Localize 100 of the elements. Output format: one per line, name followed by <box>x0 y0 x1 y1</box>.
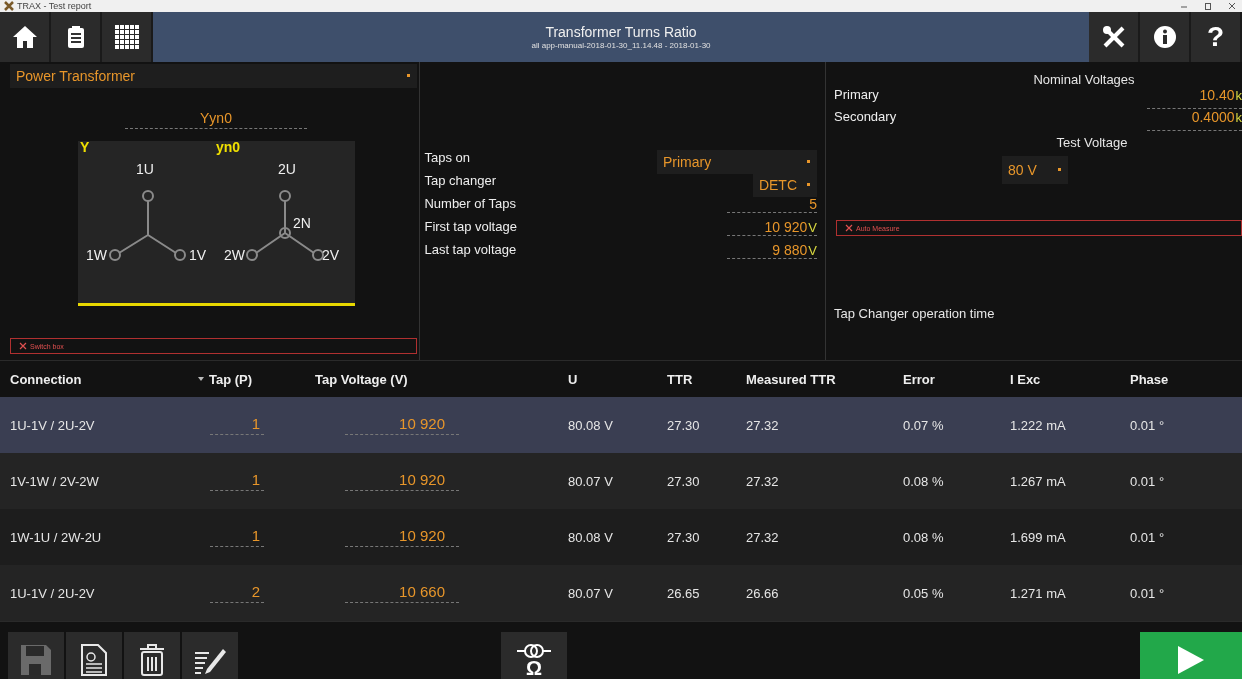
column-header[interactable]: Phase <box>1130 371 1169 387</box>
delete-button[interactable] <box>124 632 180 679</box>
table-cell: 27.30 <box>667 473 700 489</box>
help-button[interactable]: ? <box>1191 12 1242 62</box>
section-title: Test Voltage <box>1055 135 1129 150</box>
column-header[interactable]: Error <box>903 371 935 387</box>
table-cell: 1.267 mA <box>1010 473 1066 489</box>
column-header[interactable]: TTR <box>667 371 693 387</box>
test-voltage-dropdown[interactable]: 80 V <box>1002 156 1068 184</box>
tap-dropdown[interactable]: Primary <box>657 150 817 174</box>
table-value-field[interactable]: 1 <box>210 527 264 547</box>
field-label: Tap Changer operation time <box>834 306 996 321</box>
terminal-label: 1W <box>86 247 107 263</box>
home-icon <box>11 25 38 49</box>
winding-symbol: Y <box>80 139 90 155</box>
table-value-field[interactable]: 2 <box>210 583 264 603</box>
transformer-type-dropdown[interactable]: Power Transformer <box>10 64 418 88</box>
table-cell: 1V-1W / 2V-2W <box>10 473 99 489</box>
table-cell: 0.08 % <box>903 473 944 489</box>
table-cell: 26.66 <box>746 585 779 601</box>
screen-title: Transformer Turns Ratio <box>545 24 697 40</box>
window-title: TRAX - Test report <box>17 0 92 12</box>
table-cell: 27.32 <box>746 473 779 489</box>
tap-dropdown[interactable]: DETC <box>752 173 817 197</box>
table-cell: 0.08 % <box>903 529 944 545</box>
section-title: Nominal Voltages <box>1032 72 1136 87</box>
start-button[interactable] <box>1140 632 1242 679</box>
table-cell: 80.08 V <box>568 529 613 545</box>
coils-icon <box>517 643 551 659</box>
new-report-button[interactable] <box>66 632 122 679</box>
cross-icon <box>845 224 853 232</box>
table-row[interactable]: 1W-1U / 2W-2U 1 10 920 80.08 V 27.30 27.32 0.08 % 1.699 mA 0.01 ° <box>0 509 1242 565</box>
table-value-field[interactable]: 1 <box>210 471 264 491</box>
dropdown-caret-icon <box>1058 168 1062 172</box>
field-label: Last tap voltage <box>424 242 517 257</box>
table-cell: 0.01 ° <box>1130 585 1165 601</box>
table-cell: 0.01 ° <box>1130 473 1165 489</box>
info-button[interactable] <box>1140 12 1191 62</box>
table-cell: 27.30 <box>667 529 700 545</box>
table-value-field[interactable]: 10 920 <box>345 471 459 491</box>
field-label: Tap changer <box>424 173 496 188</box>
settings-button[interactable] <box>1089 12 1140 62</box>
table-cell: 1.699 mA <box>1010 529 1066 545</box>
table-cell: 1.271 mA <box>1010 585 1066 601</box>
table-cell: 27.30 <box>667 417 700 433</box>
info-icon <box>1152 25 1177 49</box>
apps-button[interactable] <box>102 12 153 62</box>
table-cell: 80.07 V <box>568 585 613 601</box>
column-header[interactable]: Tap Voltage (V) <box>315 371 408 387</box>
table-value-field[interactable]: 10 920 <box>345 527 459 547</box>
field-label: Taps on <box>424 150 470 165</box>
terminal-label: 2N <box>293 215 311 231</box>
table-row[interactable]: 1V-1W / 2V-2W 1 10 920 80.07 V 27.30 27.32 0.08 % 1.267 mA 0.01 ° <box>0 453 1242 509</box>
trash-icon <box>138 643 166 677</box>
table-cell: 0.01 ° <box>1130 529 1165 545</box>
vector-group-field[interactable]: Yyn0 <box>125 110 307 129</box>
terminal-label: 2U <box>278 161 296 177</box>
document-icon <box>80 643 108 677</box>
table-cell: 1W-1U / 2W-2U <box>10 529 102 545</box>
table-value-field[interactable]: 10 660 <box>345 583 459 603</box>
edit-button[interactable] <box>182 632 238 679</box>
table-cell: 0.01 ° <box>1130 417 1165 433</box>
terminal-label: 1U <box>136 161 154 177</box>
cross-icon <box>19 342 27 350</box>
turns-ratio-button[interactable]: Ω <box>501 632 567 679</box>
table-cell: 26.65 <box>667 585 700 601</box>
value-field[interactable]: 10 920V <box>727 219 817 236</box>
table-cell: 1.222 mA <box>1010 417 1066 433</box>
table-value-field[interactable]: 1 <box>210 415 264 435</box>
value-field[interactable]: 9 880V <box>727 242 817 259</box>
grid-icon <box>114 25 139 49</box>
table-value-field[interactable]: 10 920 <box>345 415 459 435</box>
table-cell: 80.07 V <box>568 473 613 489</box>
table-cell: 27.32 <box>746 529 779 545</box>
column-header[interactable]: Measured TTR <box>746 371 836 387</box>
table-cell: 1U-1V / 2U-2V <box>10 585 95 601</box>
app-logo-icon <box>4 1 14 11</box>
column-header[interactable]: Tap (P) <box>209 371 253 387</box>
terminal-label: 2V <box>322 247 340 263</box>
winding-symbol: yn0 <box>216 139 241 155</box>
voltage-field[interactable]: 10.40k <box>1147 87 1242 109</box>
terminal-label: 1V <box>189 247 207 263</box>
table-cell: 80.08 V <box>568 417 613 433</box>
maximize-icon <box>1204 2 1212 10</box>
field-label: Number of Taps <box>424 196 516 211</box>
home-button[interactable] <box>0 12 51 62</box>
column-header[interactable]: U <box>568 371 578 387</box>
field-label: First tap voltage <box>424 219 517 234</box>
value-field[interactable]: 5 <box>727 196 817 213</box>
voltage-field[interactable]: 0.4000k <box>1147 109 1242 131</box>
dropdown-caret-icon <box>807 160 811 164</box>
field-label: Primary <box>834 87 879 104</box>
table-cell: 0.05 % <box>903 585 944 601</box>
column-header[interactable]: Connection <box>10 371 82 387</box>
play-icon <box>1176 645 1206 675</box>
table-row[interactable]: 1U-1V / 2U-2V 2 10 660 80.07 V 26.65 26.66 0.05 % 1.271 mA 0.01 ° <box>0 565 1242 621</box>
column-header[interactable]: I Exc <box>1010 371 1041 387</box>
report-button[interactable] <box>51 12 102 62</box>
clipboard-icon <box>66 25 85 49</box>
table-row[interactable]: 1U-1V / 2U-2V 1 10 920 80.08 V 27.30 27.32 0.07 % 1.222 mA 0.01 ° <box>0 397 1242 453</box>
